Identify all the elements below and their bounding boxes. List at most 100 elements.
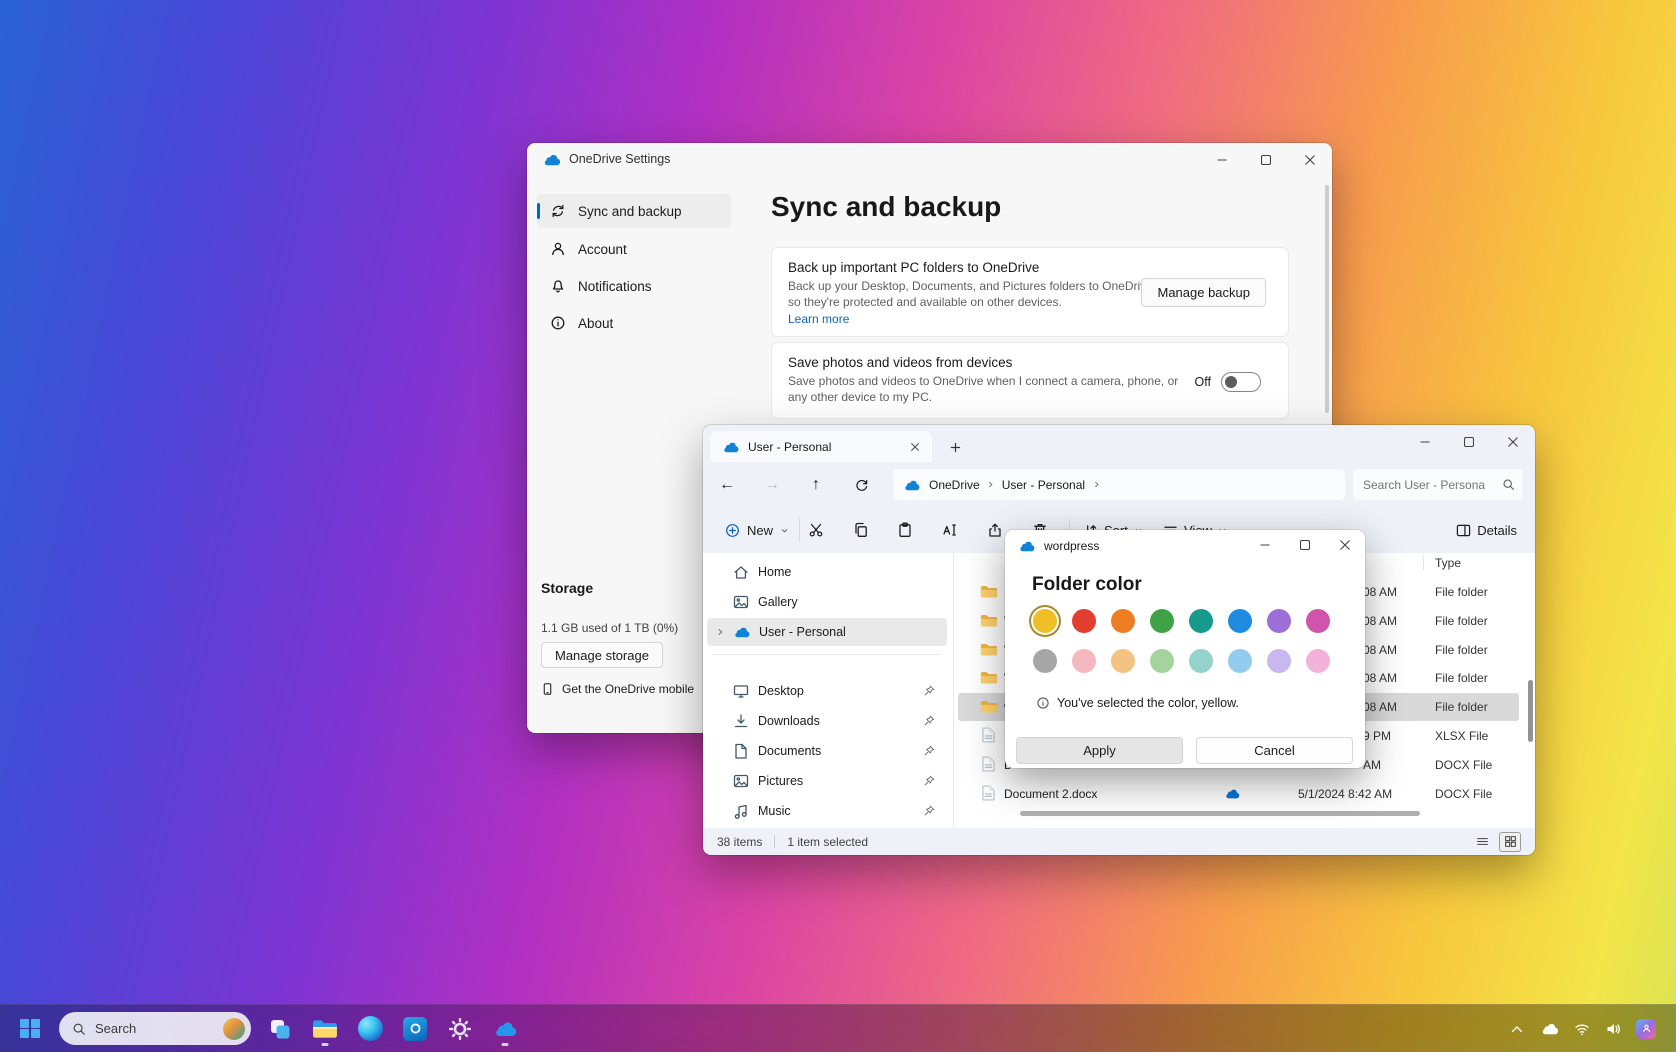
outlook-button[interactable] <box>395 1009 435 1049</box>
swatch-blue[interactable] <box>1228 609 1252 633</box>
address-bar[interactable]: OneDrive User - Personal <box>893 469 1345 500</box>
search-highlight-icon[interactable] <box>223 1017 245 1040</box>
swatch-peach[interactable] <box>1111 649 1135 673</box>
close-button[interactable] <box>1288 143 1332 176</box>
search-input[interactable] <box>1363 477 1502 492</box>
dialog-title: wordpress <box>1044 539 1100 553</box>
copy-button[interactable] <box>845 514 877 546</box>
swatch-purple[interactable] <box>1267 609 1291 633</box>
manage-storage-button[interactable]: Manage storage <box>541 642 663 668</box>
sidebar-item-downloads[interactable]: Downloads <box>707 707 947 735</box>
settings-nav-about[interactable]: About <box>537 306 731 340</box>
volume-icon[interactable] <box>1605 1021 1621 1037</box>
nav-label: Notifications <box>578 278 652 294</box>
wifi-icon[interactable] <box>1574 1021 1590 1037</box>
horizontal-scrollbar-thumb[interactable] <box>1020 811 1420 816</box>
breadcrumb-onedrive[interactable]: OneDrive <box>929 478 980 492</box>
file-date: 08 AM <box>1363 585 1398 599</box>
swatch-gray[interactable] <box>1033 649 1057 673</box>
details-view-toggle[interactable] <box>1471 832 1493 852</box>
breadcrumb-user-personal[interactable]: User - Personal <box>1002 478 1085 492</box>
running-indicator <box>321 1042 329 1046</box>
back-button[interactable]: ← <box>711 469 743 501</box>
edge-button[interactable] <box>350 1009 390 1049</box>
tray-people-icon[interactable] <box>1636 1018 1656 1039</box>
swatch-red[interactable] <box>1072 609 1096 633</box>
tab-close-button[interactable] <box>906 438 924 456</box>
search-box[interactable] <box>1353 469 1523 500</box>
icons-view-toggle[interactable] <box>1499 831 1521 852</box>
maximize-button[interactable] <box>1285 530 1325 560</box>
learn-more-link[interactable]: Learn more <box>788 312 849 326</box>
start-button[interactable] <box>10 1009 50 1049</box>
close-button[interactable] <box>1325 530 1365 560</box>
swatch-yellow[interactable] <box>1033 609 1057 633</box>
chevron-right-icon[interactable] <box>715 627 725 637</box>
new-tab-button[interactable] <box>945 437 965 457</box>
copy-icon <box>853 522 869 538</box>
file-row-document2[interactable]: Document 2.docx 5/1/2024 8:42 AM DOCX Fi… <box>958 780 1519 808</box>
up-button[interactable]: ↑ <box>800 469 832 501</box>
swatch-orange[interactable] <box>1111 609 1135 633</box>
swatch-green[interactable] <box>1150 609 1174 633</box>
taskbar-search[interactable]: Search <box>59 1012 251 1045</box>
file-explorer-button[interactable] <box>305 1009 345 1049</box>
toggle-knob <box>1225 376 1237 388</box>
page-title: Sync and backup <box>771 191 1002 222</box>
details-button[interactable]: Details <box>1448 515 1525 545</box>
details-panel-icon <box>1456 523 1471 538</box>
card-title: Save photos and videos from devices <box>788 355 1013 370</box>
refresh-button[interactable] <box>845 469 877 501</box>
photos-toggle[interactable] <box>1221 372 1261 392</box>
paste-button[interactable] <box>889 514 921 546</box>
settings-nav-sync-and-backup[interactable]: Sync and backup <box>537 194 731 228</box>
color-row-2 <box>1033 649 1330 673</box>
settings-nav-account[interactable]: Account <box>537 232 731 266</box>
manage-backup-button[interactable]: Manage backup <box>1141 278 1266 307</box>
card-title: Back up important PC folders to OneDrive <box>788 260 1040 275</box>
apply-button[interactable]: Apply <box>1016 737 1183 764</box>
column-type[interactable]: Type <box>1435 556 1461 570</box>
chevron-right-icon[interactable] <box>1085 480 1107 489</box>
swatch-light-pink[interactable] <box>1072 649 1096 673</box>
maximize-button[interactable] <box>1244 143 1288 176</box>
outlook-icon <box>403 1016 427 1041</box>
close-button[interactable] <box>1491 425 1535 458</box>
sidebar-item-desktop[interactable]: Desktop <box>707 677 947 705</box>
storage-usage: 1.1 GB used of 1 TB (0%) <box>541 621 679 635</box>
swatch-light-blue[interactable] <box>1228 649 1252 673</box>
column-divider[interactable] <box>1423 556 1424 570</box>
rename-button[interactable] <box>934 514 966 546</box>
chevron-up-icon[interactable] <box>1509 1021 1525 1037</box>
swatch-light-teal[interactable] <box>1189 649 1213 673</box>
task-view-button[interactable] <box>260 1009 300 1049</box>
swatch-lavender[interactable] <box>1267 649 1291 673</box>
onedrive-button[interactable] <box>485 1009 525 1049</box>
swatch-magenta[interactable] <box>1306 609 1330 633</box>
sidebar-item-gallery[interactable]: Gallery <box>707 588 947 616</box>
vertical-scrollbar-thumb[interactable] <box>1528 680 1533 742</box>
chevron-right-icon[interactable] <box>980 480 1002 489</box>
minimize-button[interactable] <box>1200 143 1244 176</box>
mobile-app-link[interactable]: Get the OneDrive mobile <box>541 682 694 696</box>
settings-nav-notifications[interactable]: Notifications <box>537 269 731 303</box>
settings-caption-buttons <box>1200 143 1332 176</box>
sidebar-item-music[interactable]: Music <box>707 797 947 825</box>
minimize-button[interactable] <box>1245 530 1285 560</box>
settings-button[interactable] <box>440 1009 480 1049</box>
minimize-button[interactable] <box>1403 425 1447 458</box>
cut-button[interactable] <box>800 514 832 546</box>
onedrive-tray-icon[interactable] <box>1540 1022 1559 1035</box>
swatch-pink[interactable] <box>1306 649 1330 673</box>
swatch-teal[interactable] <box>1189 609 1213 633</box>
new-button[interactable]: New <box>715 515 799 545</box>
swatch-light-green[interactable] <box>1150 649 1174 673</box>
sidebar-item-documents[interactable]: Documents <box>707 737 947 765</box>
sidebar-item-home[interactable]: Home <box>707 558 947 586</box>
scrollbar-thumb[interactable] <box>1325 185 1329 413</box>
sidebar-item-pictures[interactable]: Pictures <box>707 767 947 795</box>
cancel-button[interactable]: Cancel <box>1196 737 1353 764</box>
sidebar-item-user-personal[interactable]: User - Personal <box>707 618 947 646</box>
explorer-tab[interactable]: User - Personal <box>710 431 932 462</box>
maximize-button[interactable] <box>1447 425 1491 458</box>
